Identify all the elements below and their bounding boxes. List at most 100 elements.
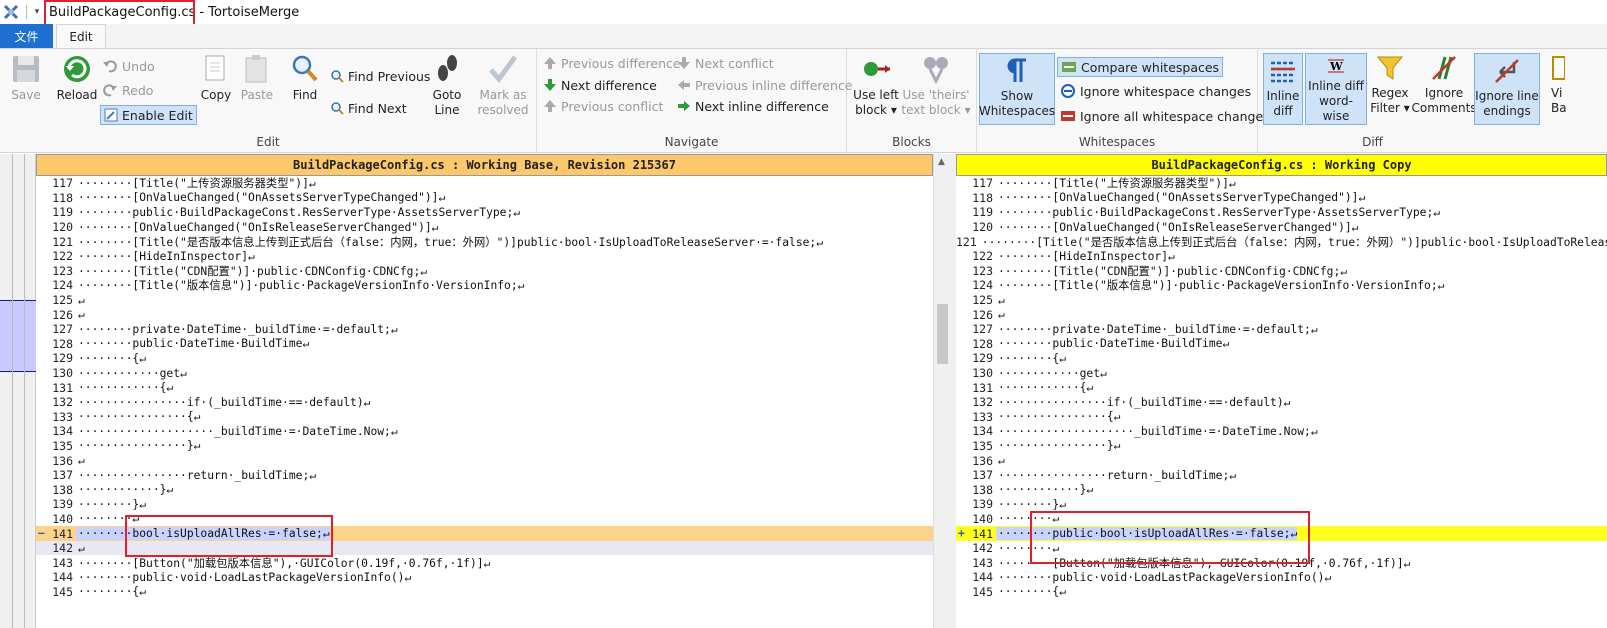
code-line[interactable]: 126 ↵ — [36, 307, 933, 322]
goto-line-button[interactable]: Goto Line — [428, 53, 466, 118]
line-code: ········[Title("上传资源服务器类型")]↵ — [78, 177, 316, 191]
show-whitespaces-button[interactable]: Show Whitespaces — [979, 53, 1055, 125]
code-line[interactable]: 122 ········[HideInInspector]↵ — [956, 249, 1607, 264]
scrollbar-thumb[interactable] — [937, 304, 948, 364]
inline-diff-word-wise-button[interactable]: W Inline diff word-wise — [1305, 53, 1367, 125]
code-line[interactable]: 119 ········public·BuildPackageConst.ResS… — [36, 205, 933, 220]
code-line[interactable]: 140 ········↵ — [956, 512, 1607, 527]
code-line[interactable]: 135 ················}↵ — [956, 439, 1607, 454]
code-line[interactable]: 143 ········[Button("加载包版本信息"),·GUIColor(… — [956, 555, 1607, 570]
code-line[interactable]: 123 ········[Title("CDN配置")]·public·CDNCo… — [956, 264, 1607, 279]
left-vertical-scrollbar[interactable]: ▲ — [933, 154, 950, 628]
compare-whitespaces-button[interactable]: Compare whitespaces — [1057, 57, 1224, 77]
code-line[interactable]: 117 ········[Title("上传资源服务器类型")]↵ — [36, 176, 933, 191]
code-line[interactable]: 120 ········[OnValueChanged("OnIsReleaseS… — [36, 220, 933, 235]
next-conflict-button[interactable]: Next conflict — [677, 53, 774, 73]
previous-difference-button[interactable]: Previous difference — [543, 53, 681, 73]
tab-edit[interactable]: Edit — [56, 24, 106, 48]
code-line[interactable]: 139 ········}↵ — [36, 497, 933, 512]
save-button[interactable]: Save — [6, 53, 46, 103]
tab-file[interactable]: 文件 — [0, 24, 53, 48]
code-line[interactable]: 122 ········[HideInInspector]↵ — [36, 249, 933, 264]
code-line[interactable]: 121 ········[Title("是否版本信息上传到正式后台（false：内… — [36, 234, 933, 249]
find-next-button[interactable]: Find Next — [330, 98, 407, 118]
tortoisemerge-app-icon[interactable] — [2, 3, 20, 21]
code-line[interactable]: +141 ········public·bool·isUploadAllRes·=… — [956, 526, 1607, 541]
find-button[interactable]: Find — [288, 53, 322, 103]
ignore-line-endings-button[interactable]: Ignore line endings — [1474, 53, 1540, 125]
undo-button[interactable]: Undo — [102, 56, 155, 76]
code-line[interactable]: 136 ↵ — [956, 453, 1607, 468]
enable-edit-button[interactable]: Enable Edit — [100, 105, 197, 125]
code-line[interactable]: 121 ········[Title("是否版本信息上传到正式后台（false：内… — [956, 234, 1607, 249]
regex-filter-button[interactable]: Regex Filter ▾ — [1369, 53, 1411, 116]
code-line[interactable]: 132 ················if·(_buildTime·==·def… — [36, 395, 933, 410]
code-line[interactable]: 118 ········[OnValueChanged("OnAssetsServ… — [36, 191, 933, 206]
code-line[interactable]: 120 ········[OnValueChanged("OnIsReleaseS… — [956, 220, 1607, 235]
use-left-block-button[interactable]: Use left block ▾ — [851, 53, 901, 118]
left-pane[interactable]: BuildPackageConfig.cs : Working Base, Re… — [36, 154, 933, 628]
code-line[interactable]: 125 ↵ — [956, 293, 1607, 308]
code-line[interactable]: 137 ················return·_buildTime;↵ — [956, 468, 1607, 483]
code-line[interactable]: 145 ········{↵ — [956, 585, 1607, 600]
code-line[interactable]: 124 ········[Title("版本信息")]·public·Packag… — [36, 278, 933, 293]
ignore-all-whitespace-changes-button[interactable]: Ignore all whitespace changes — [1060, 106, 1270, 126]
find-previous-button[interactable]: Find Previous — [330, 66, 430, 86]
paste-button[interactable]: Paste — [236, 53, 278, 103]
code-line[interactable]: 123 ········[Title("CDN配置")]·public·CDNCo… — [36, 264, 933, 279]
code-line[interactable]: 129 ········{↵ — [956, 351, 1607, 366]
code-line[interactable]: 126 ↵ — [956, 307, 1607, 322]
code-line[interactable]: 118 ········[OnValueChanged("OnAssetsServ… — [956, 191, 1607, 206]
code-line[interactable]: 134 ····················_buildTime·=·Date… — [36, 424, 933, 439]
scroll-up-icon[interactable]: ▲ — [938, 157, 945, 167]
code-line[interactable]: 129 ········{↵ — [36, 351, 933, 366]
code-line[interactable]: 125 ↵ — [36, 293, 933, 308]
right-pane[interactable]: BuildPackageConfig.cs : Working Copy 117… — [956, 154, 1607, 628]
line-number: 144 — [972, 570, 993, 585]
code-line[interactable]: 133 ················{↵ — [36, 410, 933, 425]
code-line[interactable]: 139 ········}↵ — [956, 497, 1607, 512]
code-line[interactable]: 145 ········{↵ — [36, 585, 933, 600]
code-line[interactable]: 128 ········public·DateTime·BuildTime↵ — [956, 337, 1607, 352]
code-line[interactable]: 132 ················if·(_buildTime·==·def… — [956, 395, 1607, 410]
code-line[interactable]: 136 ↵ — [36, 453, 933, 468]
code-line[interactable]: 128 ········public·DateTime·BuildTime↵ — [36, 337, 933, 352]
ignore-comments-button[interactable]: Ignore Comments — [1411, 53, 1477, 116]
code-line[interactable]: 138 ············}↵ — [956, 482, 1607, 497]
code-line[interactable]: 124 ········[Title("版本信息")]·public·Packag… — [956, 278, 1607, 293]
code-line[interactable]: 130 ············get↵ — [36, 366, 933, 381]
next-difference-button[interactable]: Next difference — [543, 75, 657, 95]
code-line[interactable]: 131 ············{↵ — [36, 380, 933, 395]
code-line[interactable]: 143 ········[Button("加载包版本信息"),·GUIColor(… — [36, 555, 933, 570]
code-line[interactable]: 119 ········public·BuildPackageConst.ResS… — [956, 205, 1607, 220]
copy-button[interactable]: Copy — [196, 53, 236, 103]
mark-as-resolved-button[interactable]: Mark as resolved — [476, 53, 530, 118]
location-bar[interactable] — [0, 154, 36, 628]
ignore-whitespace-changes-button[interactable]: Ignore whitespace changes — [1060, 81, 1251, 101]
reload-button[interactable]: Reload — [54, 53, 100, 103]
previous-conflict-button[interactable]: Previous conflict — [543, 96, 663, 116]
code-line[interactable]: 134 ····················_buildTime·=·Date… — [956, 424, 1607, 439]
code-line[interactable]: 137 ················return·_buildTime;↵ — [36, 468, 933, 483]
code-line[interactable]: 144 ········public·void·LoadLastPackageVe… — [956, 570, 1607, 585]
previous-inline-difference-button[interactable]: Previous inline difference — [677, 75, 852, 95]
code-line[interactable]: 138 ············}↵ — [36, 482, 933, 497]
use-theirs-text-block-button[interactable]: Use 'theirs' text block ▾ — [901, 53, 971, 118]
code-line[interactable]: 130 ············get↵ — [956, 366, 1607, 381]
code-line[interactable]: 142 ↵ — [36, 540, 933, 556]
code-line[interactable]: 140 ········↵ — [36, 512, 933, 527]
code-line[interactable]: −141 ········bool·isUploadAllRes·=·false;… — [36, 526, 933, 541]
code-line[interactable]: 127 ········private·DateTime·_buildTime·=… — [36, 322, 933, 337]
code-line[interactable]: 135 ················}↵ — [36, 439, 933, 454]
code-line[interactable]: 144 ········public·void·LoadLastPackageVe… — [36, 570, 933, 585]
code-line[interactable]: 142 ········↵ — [956, 541, 1607, 556]
next-inline-difference-button[interactable]: Next inline difference — [677, 96, 829, 116]
inline-diff-button[interactable]: Inline diff — [1263, 53, 1303, 125]
code-line[interactable]: 127 ········private·DateTime·_buildTime·=… — [956, 322, 1607, 337]
redo-button[interactable]: Redo — [102, 80, 153, 100]
view-button[interactable]: Vi Ba — [1551, 53, 1581, 116]
qat-dropdown-icon[interactable]: ▾ — [31, 7, 43, 17]
code-line[interactable]: 117 ········[Title("上传资源服务器类型")]↵ — [956, 176, 1607, 191]
code-line[interactable]: 131 ············{↵ — [956, 380, 1607, 395]
code-line[interactable]: 133 ················{↵ — [956, 410, 1607, 425]
